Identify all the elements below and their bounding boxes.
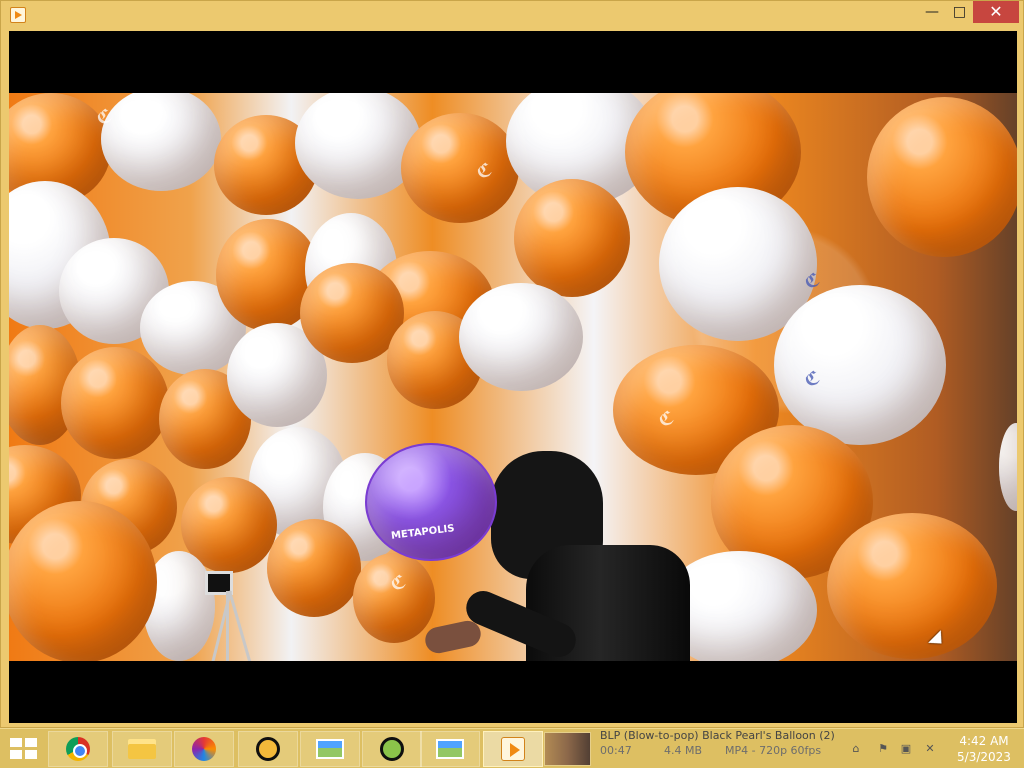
system-clock[interactable]: 4:42 AM 5/3/2023 <box>951 733 1017 765</box>
orange-balloon <box>514 179 630 297</box>
close-button[interactable]: ✕ <box>973 1 1019 23</box>
hooded-person <box>422 451 690 661</box>
windows-start-icon[interactable] <box>10 738 38 760</box>
taskbar: BLP (Blow-to-pop) Black Pearl's Balloon … <box>0 728 1024 768</box>
media-duration: 00:47 <box>600 744 632 757</box>
file-explorer-icon <box>128 739 156 759</box>
media-player-icon <box>10 7 26 23</box>
color-app-taskbar-button[interactable] <box>174 731 234 767</box>
orange-balloon <box>867 97 1017 257</box>
media-title: BLP (Blow-to-pop) Black Pearl's Balloon … <box>600 729 835 741</box>
tripod-leg <box>228 590 279 661</box>
network-icon[interactable]: ⌂ <box>848 742 864 756</box>
action-center-flag-icon[interactable]: ⚑ <box>875 742 891 756</box>
window-titlebar: — □ ✕ <box>1 1 1024 31</box>
volume-muted-icon[interactable]: ✕ <box>922 742 938 756</box>
video-thumbnail <box>544 732 591 766</box>
photos-icon <box>436 739 464 759</box>
document-app-taskbar-button[interactable] <box>238 731 298 767</box>
orange-balloon <box>61 347 169 459</box>
white-balloon <box>999 423 1017 511</box>
orange-balloon <box>267 519 361 617</box>
chart-app-taskbar-button[interactable] <box>300 731 360 767</box>
video-display-area[interactable]: ℭ ℭ ℭ ℭ ℭ ℭ METAPOLIS <box>9 31 1017 723</box>
minimize-button[interactable]: — <box>918 1 946 23</box>
white-balloon <box>295 93 421 199</box>
maximize-button[interactable]: □ <box>946 1 973 23</box>
media-player-window: — □ ✕ ℭ ℭ ℭ ℭ ℭ ℭ METAPOLIS <box>0 0 1024 728</box>
orange-balloon <box>9 501 157 661</box>
display-icon[interactable]: ▣ <box>898 742 914 756</box>
document-icon <box>256 737 280 761</box>
orange-balloon <box>353 553 435 643</box>
hand <box>422 618 484 656</box>
clock-time: 4:42 AM <box>959 734 1009 748</box>
video-frame[interactable]: ℭ ℭ ℭ ℭ ℭ ℭ METAPOLIS <box>9 93 1017 661</box>
chart-icon <box>316 739 344 759</box>
color-wheel-icon <box>192 737 216 761</box>
photos-taskbar-button[interactable] <box>420 731 480 767</box>
media-player-taskbar-button[interactable] <box>483 731 543 767</box>
purple-balloon <box>365 443 497 561</box>
media-format: MP4 - 720p 60fps <box>725 744 822 757</box>
media-file-size: 4.4 MB <box>664 744 703 757</box>
chrome-icon <box>66 737 90 761</box>
white-balloon <box>774 285 946 445</box>
orange-balloon <box>827 513 997 659</box>
orange-balloon <box>401 113 519 223</box>
media-player-icon <box>501 737 525 761</box>
file-explorer-taskbar-button[interactable] <box>112 731 172 767</box>
white-balloon <box>101 93 221 191</box>
chrome-taskbar-button[interactable] <box>48 731 108 767</box>
green-app-taskbar-button[interactable] <box>362 731 422 767</box>
white-balloon <box>459 283 583 391</box>
green-app-icon <box>380 737 404 761</box>
clock-date: 5/3/2023 <box>957 750 1011 764</box>
